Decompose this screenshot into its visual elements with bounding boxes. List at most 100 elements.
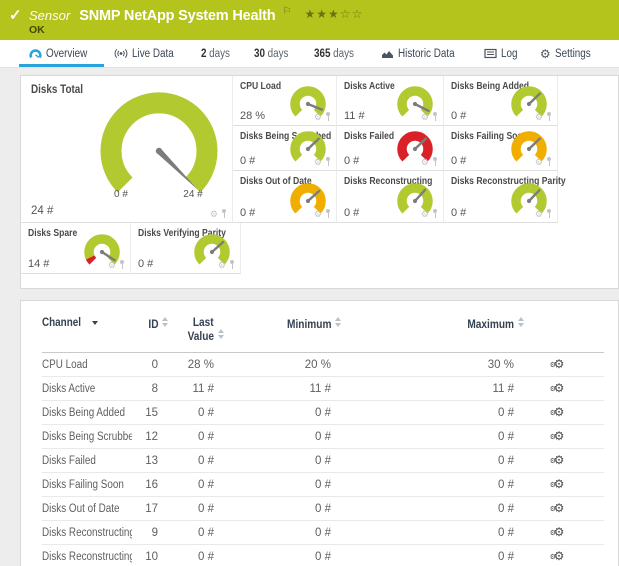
tab-label: Overview: [46, 48, 87, 60]
content-area: Disks Total 0 # 24 # 24 # ⚙ CPU Load 28 …: [0, 68, 619, 566]
channel-settings-icon[interactable]: ⚙⚙: [554, 503, 565, 513]
gauge-grid: Disks Total 0 # 24 # 24 # ⚙ CPU Load 28 …: [21, 76, 618, 223]
gauge-cell-actions: ⚙: [535, 112, 552, 122]
chart-icon: [381, 48, 394, 59]
sort-arrows-icon: [218, 329, 224, 339]
column-header-channel[interactable]: Channel: [42, 314, 132, 353]
gauge-cell-actions: ⚙: [421, 157, 438, 167]
channel-last-value-cell: 0 #: [158, 425, 214, 449]
gauge-cell-actions: ⚙: [108, 260, 125, 270]
column-header-settings: [514, 314, 604, 353]
channel-last-value-cell: 0 #: [158, 473, 214, 497]
gauge-label: Disks Spare: [28, 228, 77, 239]
tab-log[interactable]: Log: [474, 40, 530, 67]
channel-settings-icon[interactable]: ⚙⚙: [554, 407, 565, 417]
gauge-value: 0 #: [240, 207, 255, 219]
gauge-value: 24 #: [31, 205, 53, 217]
table-header-row: Channel ID Last Value Minimum Maximum: [42, 314, 604, 353]
flag-icon[interactable]: ⚐: [283, 6, 292, 17]
gauge-value: 11 #: [344, 110, 365, 122]
gear-icon[interactable]: ⚙: [421, 210, 429, 219]
channel-name-cell[interactable]: Disks Reconstructing P...: [42, 545, 132, 566]
pin-icon[interactable]: [325, 112, 331, 122]
tab-365-days[interactable]: 365days: [304, 40, 370, 67]
sort-arrows-icon: [335, 317, 341, 327]
gauge-cell-actions: ⚙: [535, 209, 552, 219]
gauge-value: 0 #: [451, 155, 466, 167]
channel-name-cell[interactable]: Disks Failing Soon: [42, 473, 132, 497]
gear-icon[interactable]: ⚙: [314, 210, 322, 219]
channel-last-value-cell: 0 #: [158, 449, 214, 473]
gear-icon[interactable]: ⚙: [535, 210, 543, 219]
channel-name-cell[interactable]: Disks Being Scrubbed: [42, 425, 132, 449]
gear-icon[interactable]: ⚙: [421, 158, 429, 167]
pin-icon[interactable]: [546, 209, 552, 219]
pin-icon[interactable]: [229, 260, 235, 270]
pin-icon[interactable]: [119, 260, 125, 270]
tab-historic-data[interactable]: Historic Data: [371, 40, 474, 67]
pin-icon[interactable]: [546, 112, 552, 122]
column-header-maximum[interactable]: Maximum: [331, 314, 514, 353]
channel-settings-icon[interactable]: ⚙⚙: [554, 359, 565, 369]
channel-name-cell[interactable]: Disks Out of Date: [42, 497, 132, 521]
gear-icon[interactable]: ⚙: [218, 261, 226, 270]
tab-label: Log: [501, 48, 518, 60]
channel-name-cell[interactable]: Disks Being Added: [42, 401, 132, 425]
channel-settings-icon[interactable]: ⚙⚙: [554, 551, 565, 561]
channel-settings-icon[interactable]: ⚙⚙: [554, 383, 565, 393]
pin-icon[interactable]: [546, 157, 552, 167]
pin-icon[interactable]: [325, 209, 331, 219]
gauge-label: CPU Load: [240, 81, 281, 92]
gauge-label: Disks Total: [31, 84, 83, 96]
pin-icon[interactable]: [325, 157, 331, 167]
gauge-cell-disks-active: Disks Active 11 # ⚙: [337, 76, 444, 126]
pin-icon[interactable]: [432, 157, 438, 167]
tab-2-days[interactable]: 2days: [191, 40, 245, 67]
gauge-cell-disks-reconstructing-parity: Disks Reconstructing Parity 0 # ⚙: [444, 171, 558, 223]
gear-icon[interactable]: ⚙: [535, 113, 543, 122]
channel-settings-icon[interactable]: ⚙⚙: [554, 479, 565, 489]
tab-label: Settings: [555, 48, 591, 60]
channel-id-cell: 8: [132, 377, 158, 401]
column-header-minimum[interactable]: Minimum: [214, 314, 331, 353]
pin-icon[interactable]: [432, 112, 438, 122]
gauge-cell-disks-failed: Disks Failed 0 # ⚙: [337, 126, 444, 171]
tab-live-data[interactable]: Live Data: [104, 40, 191, 67]
channel-settings-icon[interactable]: ⚙⚙: [554, 527, 565, 537]
pin-icon[interactable]: [432, 209, 438, 219]
tab-overview[interactable]: Overview: [19, 40, 104, 67]
column-header-id[interactable]: ID: [132, 314, 158, 353]
tab-30-days[interactable]: 30days: [244, 40, 304, 67]
channel-name-cell[interactable]: Disks Failed: [42, 449, 132, 473]
gear-icon[interactable]: ⚙: [314, 158, 322, 167]
gauge-cell-actions: ⚙: [218, 260, 235, 270]
channel-name-cell[interactable]: CPU Load: [42, 353, 132, 377]
channel-name-cell[interactable]: Disks Reconstructing: [42, 521, 132, 545]
tab-label: 30days: [254, 48, 288, 60]
gear-icon[interactable]: ⚙: [421, 113, 429, 122]
gauge-cell-disks-reconstructing: Disks Reconstructing 0 # ⚙: [337, 171, 444, 223]
channel-maximum-cell: 0 #: [331, 401, 514, 425]
gauge-label: Disks Active: [344, 81, 395, 92]
channel-id-cell: 12: [132, 425, 158, 449]
table-row-disks-reconstructing: Disks Reconstructing 9 0 # 0 # 0 # ⚙⚙: [42, 521, 604, 545]
gauge-cell-actions: ⚙: [210, 209, 227, 219]
gauge-cell-disks-being-added: Disks Being Added 0 # ⚙: [444, 76, 558, 126]
gauge-cell-actions: ⚙: [421, 112, 438, 122]
channel-name-cell[interactable]: Disks Active: [42, 377, 132, 401]
pin-icon[interactable]: [221, 209, 227, 219]
gear-icon[interactable]: ⚙: [535, 158, 543, 167]
gear-icon[interactable]: ⚙: [210, 210, 218, 219]
channel-settings-icon[interactable]: ⚙⚙: [554, 431, 565, 441]
check-icon: ✓: [9, 6, 22, 24]
gauge-value: 0 #: [451, 110, 466, 122]
gauge-cell-actions: ⚙: [535, 157, 552, 167]
channel-maximum-cell: 0 #: [331, 521, 514, 545]
priority-stars[interactable]: ★★★☆☆: [305, 7, 364, 21]
gauges-panel: Disks Total 0 # 24 # 24 # ⚙ CPU Load 28 …: [20, 75, 619, 289]
tab-settings[interactable]: ⚙Settings: [530, 40, 606, 67]
gear-icon[interactable]: ⚙: [314, 113, 322, 122]
channel-settings-icon[interactable]: ⚙⚙: [554, 455, 565, 465]
gear-icon[interactable]: ⚙: [108, 261, 116, 270]
gauge-cell-actions: ⚙: [421, 209, 438, 219]
